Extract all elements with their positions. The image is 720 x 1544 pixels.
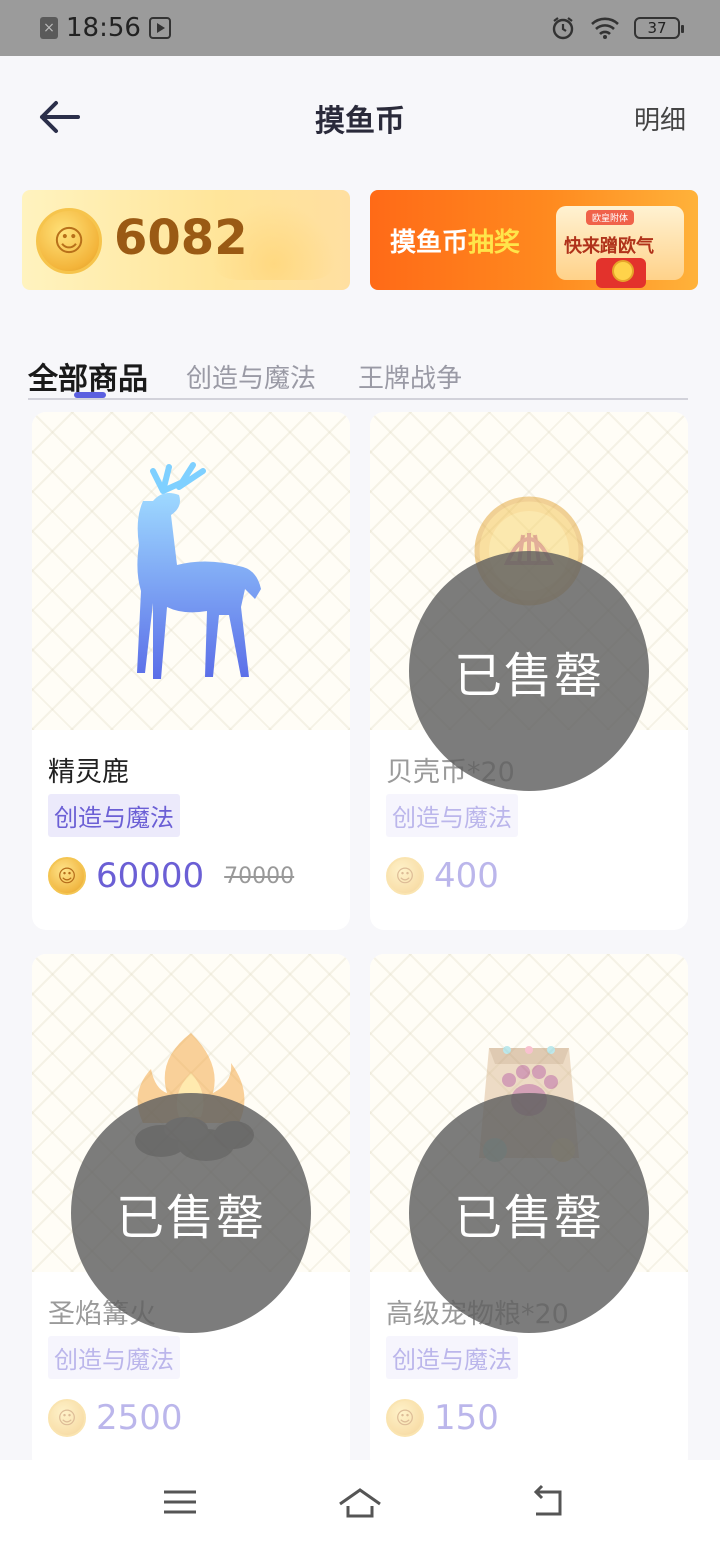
lottery-banner[interactable]: 摸鱼币抽奖 欧皇附体 快来蹭欧气 bbox=[370, 190, 698, 290]
fish-coin-icon: ☺ bbox=[36, 208, 102, 274]
alarm-icon bbox=[552, 17, 574, 40]
product-price: 2500 bbox=[96, 1398, 183, 1438]
product-price: 150 bbox=[434, 1398, 499, 1438]
tab-ace-war[interactable]: 王牌战争 bbox=[358, 358, 462, 395]
price-row: ☺ 60000 70000 bbox=[48, 856, 294, 896]
coin-balance: 6082 bbox=[114, 210, 248, 266]
product-price: 60000 bbox=[96, 856, 205, 896]
wifi-icon bbox=[591, 17, 619, 39]
lottery-title-main: 摸鱼币 bbox=[390, 228, 469, 258]
product-price: 400 bbox=[434, 856, 499, 896]
status-left: × 18:56 bbox=[40, 13, 171, 43]
arrow-left-icon[interactable] bbox=[36, 94, 82, 140]
fish-coin-icon: ☺ bbox=[48, 1399, 86, 1437]
price-row: ☺ 2500 bbox=[48, 1398, 183, 1438]
sold-out-badge: 已售罄 bbox=[71, 1093, 311, 1333]
product-name: 精灵鹿 bbox=[48, 757, 129, 788]
category-tabs: 全部商品 创造与魔法 王牌战争 bbox=[28, 340, 688, 400]
system-nav-bar bbox=[0, 1460, 720, 1544]
product-category-tag: 创造与魔法 bbox=[386, 1336, 518, 1379]
status-time: 18:56 bbox=[66, 13, 141, 43]
fish-coin-icon: ☺ bbox=[386, 857, 424, 895]
fish-coin-icon: ☺ bbox=[386, 1399, 424, 1437]
red-envelope-icon bbox=[596, 258, 646, 288]
notification-x-icon: × bbox=[40, 17, 58, 39]
back-nav-icon[interactable] bbox=[524, 1482, 572, 1522]
product-card[interactable]: 圣焰篝火 创造与魔法 ☺ 2500 已售罄 bbox=[32, 954, 350, 1472]
battery-level: 37 bbox=[647, 19, 667, 37]
fish-coin-icon: ☺ bbox=[48, 857, 86, 895]
detail-link[interactable]: 明细 bbox=[634, 100, 686, 137]
battery-icon: 37 bbox=[634, 17, 684, 39]
status-right: 37 bbox=[550, 15, 684, 41]
home-icon[interactable] bbox=[336, 1482, 384, 1522]
product-card[interactable]: 贝壳币*20 创造与魔法 ☺ 400 已售罄 bbox=[370, 412, 688, 930]
lottery-box-tag: 欧皇附体 bbox=[586, 210, 635, 225]
sold-out-badge: 已售罄 bbox=[409, 551, 649, 791]
coin-balance-card: ☺ 6082 bbox=[22, 190, 350, 290]
tab-create-and-magic[interactable]: 创造与魔法 bbox=[186, 358, 316, 395]
lottery-title: 摸鱼币抽奖 bbox=[390, 222, 520, 259]
status-bar: × 18:56 37 bbox=[0, 0, 720, 56]
lottery-box-text: 快来蹭欧气 bbox=[564, 236, 654, 257]
price-row: ☺ 400 bbox=[386, 856, 499, 896]
spirit-deer-icon bbox=[137, 462, 261, 679]
tab-active-indicator bbox=[74, 392, 106, 398]
product-category-tag: 创造与魔法 bbox=[48, 1336, 180, 1379]
media-play-icon bbox=[148, 17, 171, 39]
sold-out-badge: 已售罄 bbox=[409, 1093, 649, 1333]
page-header: 摸鱼币 明细 bbox=[0, 56, 720, 180]
product-image bbox=[32, 412, 350, 730]
product-card[interactable]: 精灵鹿 创造与魔法 ☺ 60000 70000 bbox=[32, 412, 350, 930]
product-card[interactable]: 高级宠物粮*20 创造与魔法 ☺ 150 已售罄 bbox=[370, 954, 688, 1472]
product-category-tag: 创造与魔法 bbox=[386, 794, 518, 837]
page-title: 摸鱼币 bbox=[315, 104, 405, 139]
product-category-tag: 创造与魔法 bbox=[48, 794, 180, 837]
price-row: ☺ 150 bbox=[386, 1398, 499, 1438]
menu-icon[interactable] bbox=[156, 1482, 204, 1522]
original-price: 70000 bbox=[224, 863, 295, 889]
coin-glyph: ☺ bbox=[53, 223, 85, 259]
lottery-title-highlight: 抽奖 bbox=[468, 228, 521, 258]
lottery-promo-box: 欧皇附体 快来蹭欧气 bbox=[556, 206, 684, 288]
